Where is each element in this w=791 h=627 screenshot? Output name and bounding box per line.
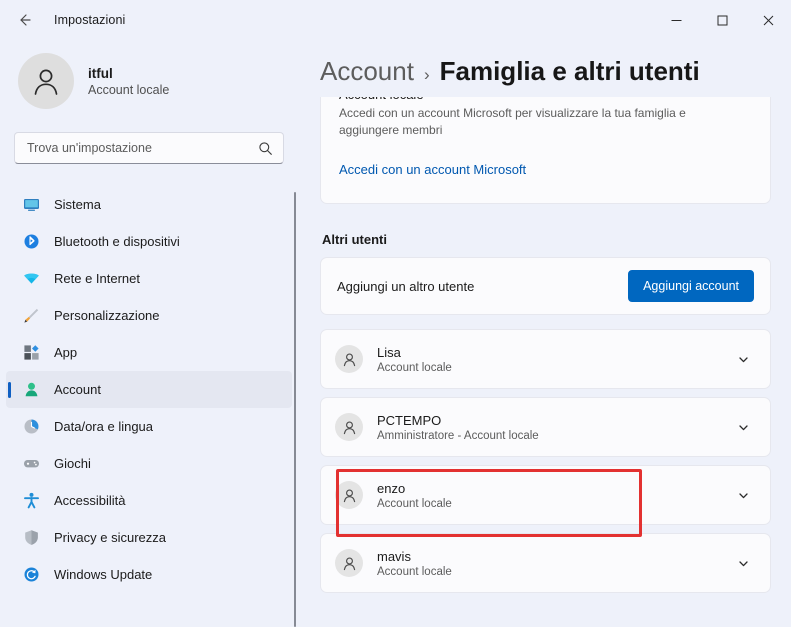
profile-name: itful [88,65,113,81]
user-name: PCTEMPO [377,412,442,428]
user-name: Lisa [377,344,401,360]
breadcrumb: Account › Famiglia e altri utenti [302,40,791,97]
sidebar-item-label: Windows Update [54,567,153,582]
sidebar-item-label: Privacy e sicurezza [54,530,166,545]
sidebar-item-data-ora[interactable]: Data/ora e lingua [6,408,292,445]
sidebar-item-giochi[interactable]: Giochi [6,445,292,482]
user-profile[interactable]: itful Account locale [0,48,302,114]
section-title-other-users: Altri utenti [322,232,387,247]
sidebar-item-privacy[interactable]: Privacy e sicurezza [6,519,292,556]
user-name: enzo [377,480,406,496]
account-person-icon [22,381,40,399]
maximize-button[interactable] [699,0,745,40]
sidebar-item-label: Sistema [54,197,101,212]
sidebar-item-label: Rete e Internet [54,271,140,286]
sidebar-item-app[interactable]: App [6,334,292,371]
profile-subtitle: Account locale [88,82,170,97]
sign-in-microsoft-link[interactable]: Accedi con un account Microsoft [339,162,526,177]
shield-icon [22,529,40,547]
close-icon [763,15,774,26]
main-content: Account › Famiglia e altri utenti Accoun… [302,40,791,627]
person-icon [341,487,358,504]
sidebar-item-accessibilita[interactable]: Accessibilità [6,482,292,519]
chevron-down-icon[interactable] [732,484,754,506]
settings-window: Impostazioni itful Account locale Trova … [0,0,791,627]
apps-icon [22,344,40,362]
search-input[interactable] [27,141,258,155]
window-controls [653,0,791,40]
search-box[interactable] [14,132,284,164]
page-title: Famiglia e altri utenti [439,56,700,86]
chevron-down-icon[interactable] [732,348,754,370]
maximize-icon [717,15,728,26]
chevron-down-icon[interactable] [732,416,754,438]
title-bar: Impostazioni [0,0,791,40]
search-icon[interactable] [258,141,273,156]
user-subtitle: Account locale [377,497,452,510]
person-icon [29,64,63,98]
sidebar-item-label: Data/ora e lingua [54,419,154,434]
avatar [18,53,74,109]
sidebar-item-windows-update[interactable]: Windows Update [6,556,292,593]
monitor-icon [22,196,40,214]
microsoft-account-card: Account locale Accedi con un account Mic… [320,91,771,204]
back-button[interactable] [8,4,40,36]
avatar [335,549,363,577]
person-icon [341,419,358,436]
sidebar-item-account[interactable]: Account [6,371,292,408]
minimize-icon [671,15,682,26]
sidebar-scrollbar[interactable] [294,192,296,627]
sidebar-item-bluetooth[interactable]: Bluetooth e dispositivi [6,223,292,260]
accessibility-icon [22,492,40,510]
user-subtitle: Account locale [377,565,452,578]
bluetooth-icon [22,233,40,251]
sidebar-item-label: Bluetooth e dispositivi [54,234,180,249]
gamepad-icon [22,455,40,473]
wifi-icon [22,270,40,288]
close-button[interactable] [745,0,791,40]
sidebar-item-label: Giochi [54,456,91,471]
add-user-label: Aggiungi un altro utente [337,278,475,294]
sidebar-item-label: Account [54,382,101,397]
add-user-card: Aggiungi un altro utente Aggiungi accoun… [320,257,771,315]
minimize-button[interactable] [653,0,699,40]
sidebar-item-sistema[interactable]: Sistema [6,186,292,223]
user-subtitle: Amministratore - Account locale [377,429,539,442]
sidebar-item-label: Accessibilità [54,493,126,508]
chevron-right-icon: › [423,65,430,84]
user-subtitle: Account locale [377,361,452,374]
avatar [335,481,363,509]
user-row-lisa[interactable]: Lisa Account locale [320,329,771,389]
breadcrumb-parent[interactable]: Account [320,56,414,87]
avatar [335,345,363,373]
sidebar-item-label: Personalizzazione [54,308,160,323]
microsoft-account-description: Accedi con un account Microsoft per visu… [339,106,686,138]
sidebar-item-rete[interactable]: Rete e Internet [6,260,292,297]
person-icon [341,351,358,368]
sidebar-nav: Sistema Bluetooth e dispositivi Rete e I… [0,186,302,593]
chevron-down-icon[interactable] [732,552,754,574]
avatar [335,413,363,441]
sidebar-item-personalizzazione[interactable]: Personalizzazione [6,297,292,334]
user-name: mavis [377,548,411,564]
user-row-mavis[interactable]: mavis Account locale [320,533,771,593]
clock-icon [22,418,40,436]
user-row-enzo[interactable]: enzo Account locale [320,465,771,525]
paintbrush-icon [22,307,40,325]
sidebar-item-label: App [54,345,78,360]
sidebar: itful Account locale Trova un'impostazio… [0,40,302,627]
update-icon [22,566,40,584]
user-row-pctempo[interactable]: PCTEMPO Amministratore - Account locale [320,397,771,457]
settings-list: Account locale Accedi con un account Mic… [302,91,791,593]
back-arrow-icon [16,12,32,28]
window-title: Impostazioni [54,13,126,27]
person-icon [341,555,358,572]
add-account-button[interactable]: Aggiungi account [628,270,754,302]
